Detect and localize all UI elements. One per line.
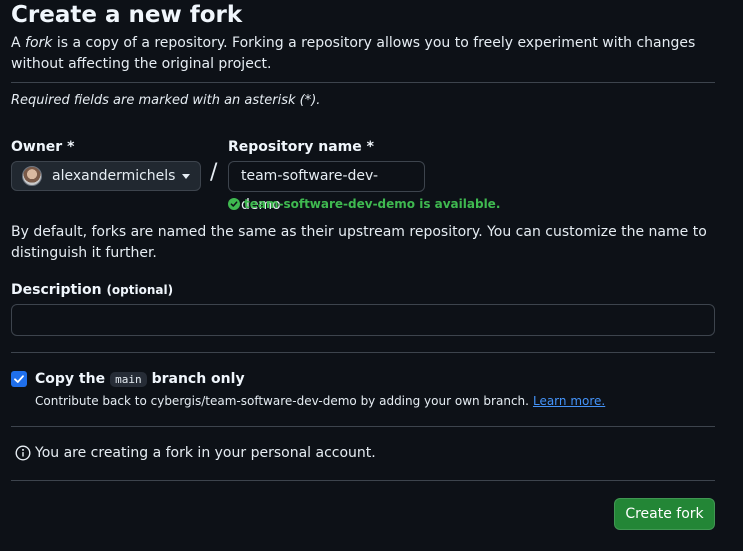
intro-text: A fork is a copy of a repository. Forkin… xyxy=(11,35,696,72)
divider xyxy=(11,426,715,427)
availability-status: team-software-dev-demo is available. xyxy=(228,197,500,211)
intro-fork-term: fork xyxy=(25,35,53,51)
description-input[interactable] xyxy=(11,304,715,336)
divider xyxy=(11,82,715,83)
copy-branch-label: Copy the main branch only xyxy=(35,371,245,387)
learn-more-link[interactable]: Learn more. xyxy=(533,394,605,408)
repo-name-input[interactable]: team-software-dev-demo xyxy=(228,161,425,213)
required-note: Required fields are marked with an aster… xyxy=(11,93,321,108)
owner-select[interactable]: alexandermichels xyxy=(11,161,201,191)
repo-name-label: Repository name * xyxy=(228,139,374,155)
triangle-down-icon xyxy=(182,173,190,179)
info-text: You are creating a fork in your personal… xyxy=(35,445,376,461)
description-label: Description (optional) xyxy=(11,282,174,298)
owner-repo-separator: / xyxy=(210,160,218,185)
personal-account-note: You are creating a fork in your personal… xyxy=(15,445,376,461)
branch-name-code: main xyxy=(110,371,147,387)
info-icon xyxy=(15,445,31,461)
check-circle-icon xyxy=(228,198,240,210)
page-title: Create a new fork xyxy=(11,2,243,28)
default-name-note: By default, forks are named the same as … xyxy=(11,224,707,261)
check-icon xyxy=(14,375,24,383)
owner-label: Owner * xyxy=(11,139,75,155)
divider xyxy=(11,480,715,481)
availability-text: team-software-dev-demo is available. xyxy=(244,197,501,211)
divider xyxy=(11,352,715,353)
owner-name: alexandermichels xyxy=(52,168,176,184)
copy-main-branch-checkbox[interactable] xyxy=(11,371,27,387)
avatar xyxy=(22,166,42,186)
copy-branch-description: Contribute back to cybergis/team-softwar… xyxy=(35,394,606,408)
create-fork-button[interactable]: Create fork xyxy=(614,498,715,530)
optional-tag: (optional) xyxy=(106,283,174,297)
